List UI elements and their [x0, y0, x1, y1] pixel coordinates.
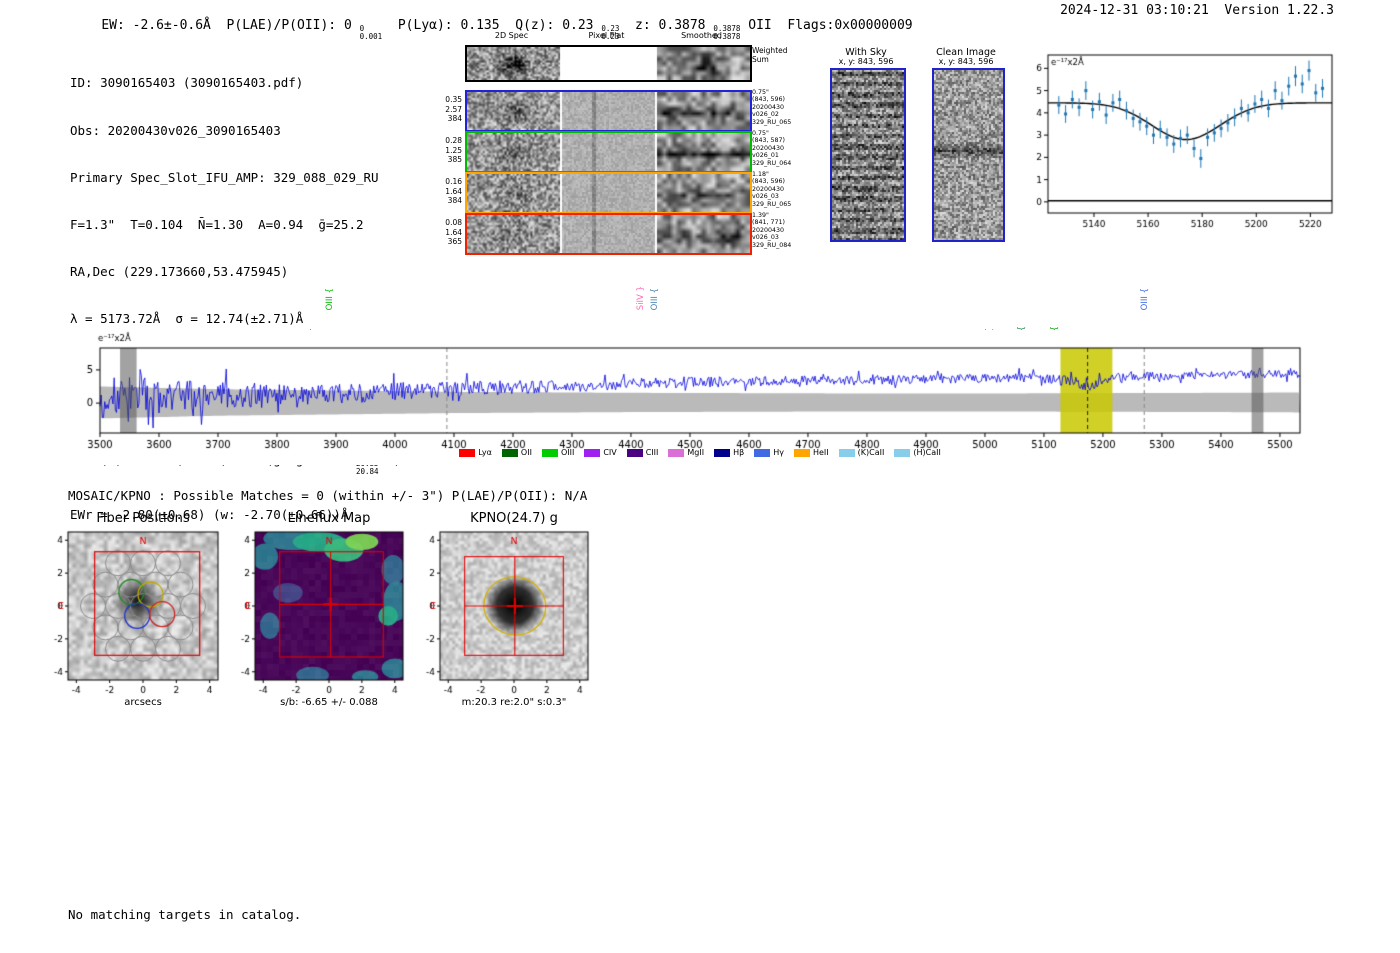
legend-label: Hβ [733, 448, 745, 457]
legend-item: OII [501, 448, 532, 457]
spec2d-strip [465, 45, 752, 82]
fiber-positions-cutout [36, 526, 236, 716]
spec2d-strip-image [467, 47, 750, 80]
kpno-g-cutout [408, 526, 608, 716]
legend-swatch [894, 448, 911, 457]
fiber-positions-title: Fiber Positions [96, 511, 190, 526]
spec2d-strip-image [467, 174, 750, 212]
spec2d-row-annotations: 1.18" (843, 596) 20200430 v026_03 329_RU_065 [752, 171, 792, 208]
legend-item: CIV [584, 448, 617, 457]
legend-item: MgII [668, 448, 704, 457]
legend-label: OII [520, 448, 532, 457]
clean-image-coords: x, y: 843, 596 [938, 57, 994, 66]
plae-value: P(LAE)/P(OII): 0 [226, 18, 360, 33]
lineflux-map-xlabel: s/b: -6.65 +/- 0.088 [280, 697, 378, 708]
with-sky-image [830, 68, 906, 242]
legend-swatch [626, 448, 643, 457]
legend-swatch [668, 448, 685, 457]
footer-notes: No matching targets in catalog. Row inte… [68, 876, 301, 953]
clean-image [932, 68, 1005, 242]
info-id: ID: 3090165403 (3090165403.pdf) [70, 75, 304, 91]
spec2d-strip [465, 90, 752, 132]
legend-item: Hγ [754, 448, 784, 457]
weighted-sum-label: Weighted Sum [752, 46, 788, 64]
with-sky-coords: x, y: 843, 596 [838, 57, 894, 66]
info-amp: Primary Spec_Slot_IFU_AMP: 329_088_029_R… [70, 169, 379, 185]
legend-item: Hβ [714, 448, 744, 457]
kpno-g-xlabel: m:20.3 re:2.0" s:0.3" [461, 697, 567, 708]
fiber-positions-xlabel: arcsecs [124, 697, 162, 708]
info-obs: Obs: 20200430v026_3090165403 [70, 122, 281, 138]
legend-label: CIV [603, 448, 617, 457]
flags-value: OII Flags:0x00000009 [740, 18, 913, 33]
info-seeing: F=1.3" T=0.104 N̄=1.30 A=0.94 ḡ=25.2 [70, 216, 364, 232]
spec2d-row-scale-labels: 0.28 1.25 385 [445, 136, 462, 164]
legend-swatch [541, 448, 558, 457]
legend-swatch [501, 448, 518, 457]
plae-bounds: 0 0.001 [359, 24, 383, 41]
legend-swatch [793, 448, 810, 457]
emission-line-label: OIII { [1139, 287, 1150, 310]
line-fit-plot [1030, 48, 1355, 233]
spectrum-legend: Lyα OII OIII CIV CIII MgII Hβ Hγ HeII (K)CaII (H)C… [100, 448, 1300, 457]
spec2d-strip-image [467, 133, 750, 171]
emission-line-label: OIII { [325, 287, 336, 310]
timestamp-version: 2024-12-31 03:10:21 Version 1.22.3 [1060, 3, 1334, 18]
spec2d-row-scale-labels: 0.08 1.64 365 [445, 218, 462, 246]
spec2d-row-annotations: 1.39" (841, 771) 20200430 v026_03 329_RU_084 [752, 212, 792, 249]
legend-item: (K)CaII [838, 448, 885, 457]
legend-label: CIII [645, 448, 659, 457]
legend-label: (K)CaII [857, 448, 885, 457]
legend-item: Lyα [459, 448, 492, 457]
col-header-pixelflat: Pixel Flat [588, 31, 625, 40]
lineflux-map-title: Lineflux Map [287, 511, 371, 526]
spec2d-row-annotations: 0.75" (843, 596) 20200430 v026_02 329_RU_065 [752, 89, 792, 126]
spec2d-strip [465, 131, 752, 173]
col-header-2dspec: 2D Spec [494, 31, 529, 40]
legend-label: (H)CaII [913, 448, 941, 457]
kpno-g-title: KPNO(24.7) g [470, 511, 558, 526]
ew-value: EW: -2.6±-0.6Å [101, 18, 227, 33]
legend-label: MgII [687, 448, 705, 457]
legend-swatch [459, 448, 476, 457]
spec2d-strip [465, 213, 752, 255]
emission-line-label: OIII { [650, 287, 661, 310]
legend-swatch [838, 448, 855, 457]
legend-swatch [754, 448, 771, 457]
legend-item: CIII [626, 448, 659, 457]
legend-item: OIII [541, 448, 575, 457]
elixer-report-page: EW: -2.6±-0.6Å P(LAE)/P(OII): 0 0 0.001 P… [0, 0, 1400, 953]
legend-item: HeII [793, 448, 829, 457]
catalog-match-header: MOSAIC/KPNO : Possible Matches = 0 (with… [68, 488, 588, 503]
spec2d-row-scale-labels: 0.35 2.57 384 [445, 95, 462, 123]
spec2d-row-scale-labels: 0.16 1.64 384 [445, 177, 462, 205]
legend-item: (H)CaII [894, 448, 941, 457]
main-spectrum-plot [55, 330, 1315, 465]
legend-swatch [584, 448, 601, 457]
legend-swatch [714, 448, 731, 457]
spec2d-strip-image [467, 92, 750, 130]
spec2d-strip-image [467, 215, 750, 253]
legend-label: Lyα [478, 448, 492, 457]
legend-label: HeII [812, 448, 829, 457]
legend-label: OIII [560, 448, 575, 457]
footer-line-1: No matching targets in catalog. [68, 907, 302, 923]
legend-label: Hγ [773, 448, 784, 457]
lineflux-map-cutout [223, 526, 423, 716]
spec2d-strip [465, 172, 752, 214]
col-header-smoothed: Smoothed [681, 31, 722, 40]
spec2d-row-annotations: 0.75" (843, 587) 20200430 v026_01 329_RU_064 [752, 130, 792, 167]
emission-line-label: SiIV } [636, 285, 646, 310]
